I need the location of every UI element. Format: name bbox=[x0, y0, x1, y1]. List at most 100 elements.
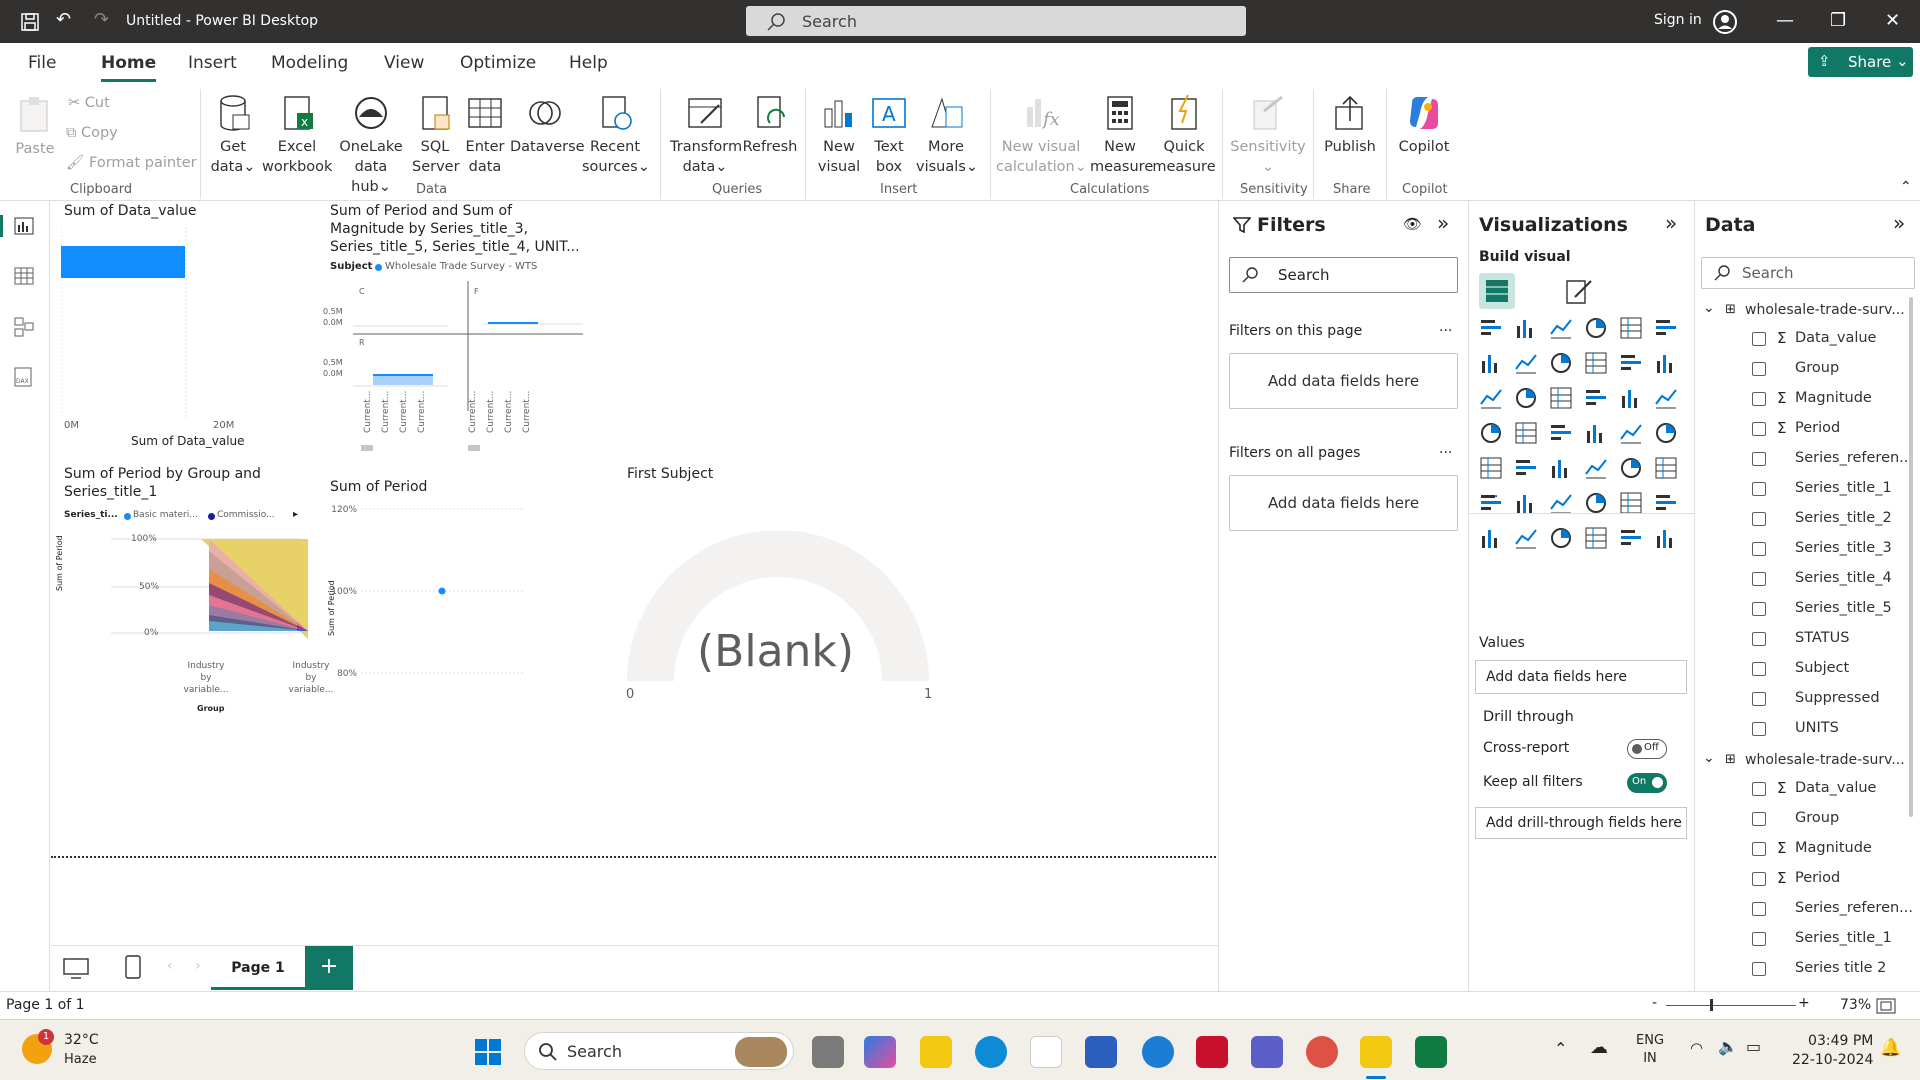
report-view-icon[interactable] bbox=[14, 217, 34, 235]
collapse-pane-icon[interactable]: » bbox=[1665, 211, 1677, 235]
visual-type-icon[interactable] bbox=[1619, 526, 1643, 550]
minimize-icon[interactable]: — bbox=[1776, 10, 1794, 31]
visual-ribbon-chart[interactable]: Sum of Period by Group and Series_title_… bbox=[51, 461, 333, 721]
previous-page-icon[interactable]: ‹ bbox=[167, 958, 173, 974]
zoom-out-button[interactable]: - bbox=[1652, 995, 1657, 1011]
sensitivity-button[interactable]: Sensitivity ⌄ bbox=[1230, 93, 1306, 177]
new-measure-button[interactable]: New measure bbox=[1090, 93, 1153, 177]
cloud-icon[interactable]: ☁ bbox=[1590, 1037, 1608, 1058]
field-checkbox[interactable] bbox=[1752, 962, 1766, 976]
legend-item[interactable]: Commissio... bbox=[217, 510, 275, 520]
copilot-button[interactable]: Copilot bbox=[1394, 93, 1454, 157]
visual-type-icon[interactable] bbox=[1514, 491, 1538, 515]
field-item[interactable]: Series_title_1 bbox=[1695, 927, 1905, 951]
excel-taskbar-icon[interactable] bbox=[1415, 1036, 1447, 1068]
scrollbar[interactable] bbox=[1909, 297, 1913, 817]
more-options-icon[interactable]: ... bbox=[1439, 441, 1452, 457]
more-visuals-icon[interactable]: ... bbox=[1485, 485, 1498, 501]
visual-type-icon[interactable] bbox=[1549, 526, 1573, 550]
field-item[interactable]: UNITS bbox=[1695, 717, 1905, 741]
new-visual-calculation-button[interactable]: fx New visual calculation⌄ bbox=[996, 93, 1087, 177]
sql-server-button[interactable]: SQL Server bbox=[412, 93, 460, 177]
visual-type-icon[interactable] bbox=[1514, 456, 1538, 480]
clock[interactable]: 03:49 PM 22-10-2024 bbox=[1792, 1032, 1873, 1070]
visual-type-icon[interactable] bbox=[1654, 526, 1678, 550]
field-item[interactable]: Group bbox=[1695, 807, 1905, 831]
field-checkbox[interactable] bbox=[1752, 782, 1766, 796]
field-checkbox[interactable] bbox=[1752, 572, 1766, 586]
all-pages-filter-dropzone[interactable]: Add data fields here bbox=[1229, 475, 1458, 531]
new-visual-button[interactable]: New visual bbox=[816, 93, 862, 177]
next-page-icon[interactable]: › bbox=[195, 958, 201, 974]
field-checkbox[interactable] bbox=[1752, 332, 1766, 346]
data-search-input[interactable]: Search bbox=[1701, 257, 1915, 289]
visual-type-icon[interactable] bbox=[1514, 351, 1538, 375]
visual-type-icon[interactable] bbox=[1654, 456, 1678, 480]
mcafee-icon[interactable] bbox=[1196, 1036, 1228, 1068]
visual-type-icon[interactable] bbox=[1654, 316, 1678, 340]
zoom-slider-thumb[interactable] bbox=[1710, 999, 1713, 1011]
chevron-up-icon[interactable]: ⌃ bbox=[1554, 1039, 1567, 1058]
menu-optimize[interactable]: Optimize bbox=[460, 53, 536, 73]
field-item[interactable]: Series_referen... bbox=[1695, 897, 1913, 921]
start-icon[interactable] bbox=[474, 1038, 502, 1066]
get-data-button[interactable]: Get data⌄ bbox=[208, 93, 258, 177]
restore-icon[interactable]: ❐ bbox=[1830, 10, 1846, 31]
page-filter-dropzone[interactable]: Add data fields here bbox=[1229, 353, 1458, 409]
search-input[interactable]: Search bbox=[746, 6, 1246, 36]
field-checkbox[interactable] bbox=[1752, 632, 1766, 646]
excel-workbook-button[interactable]: x Excel workbook bbox=[262, 93, 332, 177]
save-icon[interactable] bbox=[20, 12, 40, 32]
filters-search-input[interactable]: Search bbox=[1229, 257, 1458, 293]
visual-type-icon[interactable] bbox=[1584, 491, 1608, 515]
visual-type-icon[interactable] bbox=[1584, 386, 1608, 410]
visual-type-icon[interactable] bbox=[1479, 526, 1503, 550]
field-item[interactable]: Series_title_5 bbox=[1695, 597, 1905, 621]
eye-icon[interactable]: 👁 bbox=[1403, 215, 1422, 233]
visual-type-icon[interactable] bbox=[1619, 386, 1643, 410]
volume-icon[interactable]: 🔈 bbox=[1718, 1037, 1738, 1056]
visual-gauge[interactable]: First Subject (Blank) 0 1 bbox=[611, 461, 1011, 721]
mobile-layout-icon[interactable] bbox=[125, 955, 141, 979]
field-checkbox[interactable] bbox=[1752, 362, 1766, 376]
chrome-icon[interactable] bbox=[1306, 1036, 1338, 1068]
notification-bell-icon[interactable]: 🔔 bbox=[1880, 1038, 1901, 1058]
build-visual-tab[interactable] bbox=[1479, 273, 1515, 309]
field-item[interactable]: Σ Period bbox=[1695, 867, 1905, 891]
visual-type-icon[interactable] bbox=[1584, 316, 1608, 340]
field-checkbox[interactable] bbox=[1752, 422, 1766, 436]
field-item[interactable]: Series title 2 bbox=[1695, 957, 1905, 981]
visual-type-icon[interactable] bbox=[1654, 491, 1678, 515]
edge-icon[interactable] bbox=[975, 1036, 1007, 1068]
wifi-icon[interactable]: ◠ bbox=[1690, 1039, 1703, 1057]
onelake-button[interactable]: OneLake data hub⌄ bbox=[333, 93, 409, 197]
transform-data-button[interactable]: Transform data⌄ bbox=[670, 93, 742, 177]
menu-help[interactable]: Help bbox=[569, 53, 608, 73]
visual-type-icon[interactable] bbox=[1479, 456, 1503, 480]
visual-type-icon[interactable] bbox=[1514, 421, 1538, 445]
paste-button[interactable]: Paste bbox=[12, 95, 58, 159]
help-icon[interactable] bbox=[1142, 1036, 1174, 1068]
visual-type-icon[interactable] bbox=[1549, 316, 1573, 340]
model-view-icon[interactable] bbox=[14, 317, 34, 337]
file-explorer-icon[interactable] bbox=[920, 1036, 952, 1068]
copilot-taskbar-icon[interactable] bbox=[864, 1036, 896, 1068]
visual-small-multiples[interactable]: Sum of Period and Sum of Magnitude by Se… bbox=[323, 201, 643, 451]
visual-type-icon[interactable] bbox=[1479, 386, 1503, 410]
visual-type-icon[interactable] bbox=[1654, 421, 1678, 445]
collapse-pane-icon[interactable]: » bbox=[1893, 211, 1905, 235]
field-item[interactable]: Suppressed bbox=[1695, 687, 1905, 711]
table-node[interactable]: ⌄ ⊞ wholesale-trade-surv... bbox=[1703, 300, 1913, 322]
visual-type-icon[interactable] bbox=[1479, 421, 1503, 445]
enter-data-button[interactable]: Enter data bbox=[462, 93, 508, 177]
keep-filters-toggle[interactable]: On bbox=[1627, 773, 1667, 793]
visual-type-icon[interactable] bbox=[1549, 351, 1573, 375]
visual-type-icon[interactable] bbox=[1479, 351, 1503, 375]
field-item[interactable]: Σ Period bbox=[1695, 417, 1905, 441]
field-item[interactable]: Σ Magnitude bbox=[1695, 387, 1905, 411]
text-box-button[interactable]: A Text box bbox=[866, 93, 912, 177]
visual-type-icon[interactable] bbox=[1654, 386, 1678, 410]
cut-button[interactable]: ✂ Cut bbox=[68, 93, 110, 113]
quick-measure-button[interactable]: Quick measure bbox=[1152, 93, 1216, 177]
menu-home[interactable]: Home bbox=[101, 53, 157, 82]
